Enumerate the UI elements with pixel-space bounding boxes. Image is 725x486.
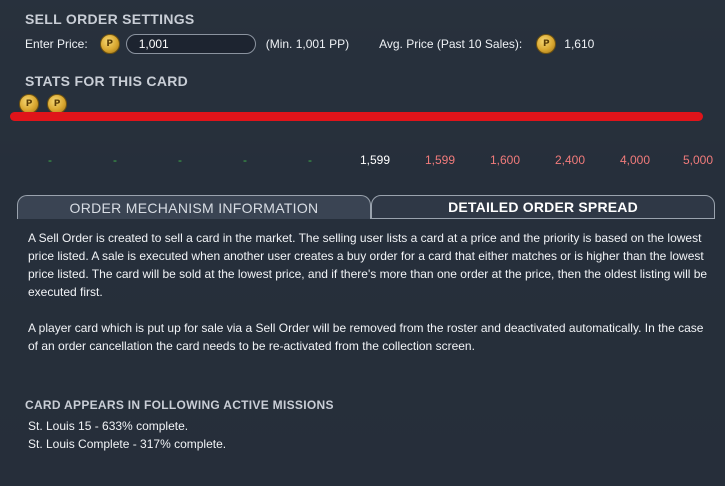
pp-coin-icon: P [99, 34, 120, 54]
spread-value: 4,000 [619, 153, 650, 167]
mission-item: St. Louis 15 - 633% complete. [28, 419, 189, 433]
spread-value: - [48, 153, 52, 167]
price-range-bar [10, 112, 703, 121]
spread-value: - [243, 153, 247, 167]
spread-value: 1,599 [359, 153, 390, 167]
spread-value: 5,000 [682, 153, 713, 167]
sell-order-title: SELL ORDER SETTINGS [25, 11, 195, 27]
stats-title: STATS FOR THIS CARD [25, 73, 189, 89]
missions-title: CARD APPEARS IN FOLLOWING ACTIVE MISSION… [25, 398, 334, 412]
min-price-note: (Min. 1,001 PP) [265, 37, 350, 51]
pp-coin-icon: P [47, 94, 67, 114]
avg-price-value: 1,610 [564, 37, 595, 51]
price-row: Enter Price: P (Min. 1,001 PP) Avg. Pric… [25, 33, 594, 55]
pp-coin-icon: P [536, 34, 557, 54]
spread-value: 1,599 [424, 153, 455, 167]
spread-value: - [178, 153, 182, 167]
price-input[interactable] [125, 34, 256, 54]
mission-item: St. Louis Complete - 317% complete. [28, 437, 227, 451]
sell-order-panel: SELL ORDER SETTINGS Enter Price: P (Min.… [0, 0, 725, 486]
avg-price-label: Avg. Price (Past 10 Sales): [379, 37, 523, 51]
spread-value: - [113, 153, 117, 167]
spread-value: 1,600 [489, 153, 520, 167]
spread-value: - [308, 153, 312, 167]
info-paragraph-1: A Sell Order is created to sell a card i… [28, 231, 708, 299]
tab-detailed-order-spread[interactable]: DETAILED ORDER SPREAD [371, 195, 715, 219]
pp-coin-icon: P [19, 94, 39, 114]
tab-order-mechanism[interactable]: ORDER MECHANISM INFORMATION [17, 195, 371, 219]
info-paragraph-2: A player card which is put up for sale v… [28, 321, 704, 353]
enter-price-label: Enter Price: [25, 37, 88, 51]
spread-value: 2,400 [554, 153, 585, 167]
order-spread-row: - - - - - 1,599 1,599 1,600 2,400 4,000 … [0, 153, 725, 167]
